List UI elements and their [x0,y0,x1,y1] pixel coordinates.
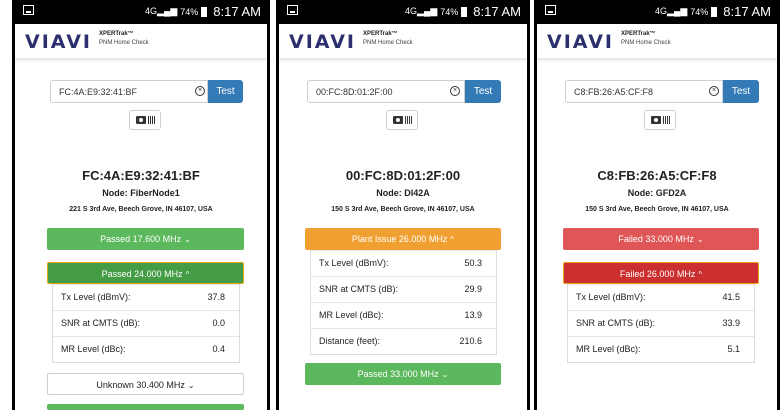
band-passed-33-0[interactable]: Passed 33.000 MHz ⌄ [305,363,501,385]
battery-percent: 74% [690,6,709,17]
metric-row: Tx Level (dBmV): 37.8 [53,284,239,310]
metric-row: Distance (feet): 210.6 [311,328,496,354]
node-name: Node: FiberNode1 [102,188,180,198]
status-bar: 4G▂▄▆ 74% 8:17 AM [279,0,527,24]
product-name: XPERTrak™ [363,31,398,37]
band-metrics-table: Tx Level (dBmV): 50.3 SNR at CMTS (dB): 29… [310,250,497,355]
battery-percent: 74% [180,6,199,17]
band-failed-26-0[interactable]: Failed 26.000 MHz ^ [563,262,759,284]
signal-icon: 4G▂▄▆ [405,6,438,16]
metric-row: MR Level (dBc): 5.1 [568,336,754,362]
product-subtitle: PNM Home Check [621,40,671,46]
metric-row: SNR at CMTS (dB): 29.9 [311,276,496,302]
viavi-logo: VIAVI [25,31,92,53]
battery-icon [711,6,718,17]
signal-icon: 4G▂▄▆ [145,6,178,16]
mac-address-input[interactable]: FC:4A:E9:32:41:BF [50,80,208,103]
metric-row: MR Level (dBc): 13.9 [311,302,496,328]
viavi-logo: VIAVI [547,31,614,53]
clock: 8:17 AM [723,4,771,19]
metric-row: Tx Level (dBmV): 50.3 [311,250,496,276]
screenshot-icon [23,5,34,15]
app-header: VIAVI XPERTrak™ PNM Home Check [279,24,527,59]
mac-search-row: FC:4A:E9:32:41:BF × Test [50,80,243,103]
metric-row: SNR at CMTS (dB): 0.0 [53,310,239,336]
band-plant-issue-26-0[interactable]: Plant Issue 26.000 MHz ^ [305,228,501,250]
chevron-down-icon: ⌄ [441,370,449,379]
band-partial[interactable] [47,404,244,410]
band-unknown-30-4[interactable]: Unknown 30.400 MHz ⌄ [47,373,244,395]
device-mac-title: 00:FC:8D:01:2F:00 [345,168,461,183]
status-bar: 4G▂▄▆ 74% 8:17 AM [537,0,777,24]
product-name: XPERTrak™ [99,31,134,37]
clock: 8:17 AM [473,4,521,19]
device-address: 150 S 3rd Ave, Beech Grove, IN 46107, US… [585,206,729,213]
test-button[interactable]: Test [723,80,759,103]
node-name: Node: DI42A [376,188,430,198]
barcode-scan-button[interactable] [644,110,676,130]
device-mac-title: C8:FB:26:A5:CF:F8 [597,168,717,183]
device-mac-title: FC:4A:E9:32:41:BF [82,168,200,183]
phone-screen-1: 4G▂▄▆ 74% 8:17 AM VIAVI XPERTrak™ PNM Ho… [12,0,270,410]
app-header: VIAVI XPERTrak™ PNM Home Check [537,24,777,59]
mac-address-input[interactable]: C8:FB:26:A5:CF:F8 [565,80,723,103]
metric-row: MR Level (dBc): 0.4 [53,336,239,362]
product-name: XPERTrak™ [621,31,656,37]
band-failed-33-0[interactable]: Failed 33.000 MHz ⌄ [563,228,759,250]
battery-icon [201,6,208,17]
mac-address-input[interactable]: 00:FC:8D:01:2F:00 [307,80,465,103]
chevron-down-icon: ⌄ [696,235,704,244]
metric-row: SNR at CMTS (dB): 33.9 [568,310,754,336]
phone-screen-2: 4G▂▄▆ 74% 8:17 AM VIAVI XPERTrak™ PNM Ho… [276,0,530,410]
chevron-up-icon: ^ [698,270,703,279]
clear-icon[interactable]: × [709,86,719,96]
band-passed-17-6[interactable]: Passed 17.600 MHz ⌄ [47,228,244,250]
phone-screen-3: 4G▂▄▆ 74% 8:17 AM VIAVI XPERTrak™ PNM Ho… [534,0,780,410]
clear-icon[interactable]: × [450,86,460,96]
battery-percent: 74% [440,6,459,17]
barcode-scan-button[interactable] [129,110,161,130]
band-metrics-table: Tx Level (dBmV): 41.5 SNR at CMTS (dB): 33… [567,284,755,363]
chevron-down-icon: ⌄ [187,381,195,390]
app-header: VIAVI XPERTrak™ PNM Home Check [15,24,267,59]
chevron-up-icon: ^ [450,235,455,244]
test-button[interactable]: Test [465,80,501,103]
barcode-scan-button[interactable] [386,110,418,130]
mac-search-row: C8:FB:26:A5:CF:F8 × Test [565,80,759,103]
band-passed-24-0[interactable]: Passed 24.000 MHz ^ [47,262,244,284]
chevron-down-icon: ⌄ [184,235,191,244]
mac-search-row: 00:FC:8D:01:2F:00 × Test [307,80,501,103]
barcode-icon [405,116,413,124]
chevron-up-icon: ^ [185,270,190,279]
signal-icon: 4G▂▄▆ [655,6,688,16]
band-metrics-table: Tx Level (dBmV): 37.8 SNR at CMTS (dB): 0.… [52,284,240,363]
clear-icon[interactable]: × [195,86,205,96]
screenshot-icon [287,5,298,15]
device-address: 221 S 3rd Ave, Beech Grove, IN 46107, US… [69,206,213,213]
status-bar: 4G▂▄▆ 74% 8:17 AM [15,0,267,24]
barcode-icon [148,116,156,124]
screenshot-icon [545,5,556,15]
test-button[interactable]: Test [208,80,243,103]
clock: 8:17 AM [213,4,261,19]
product-subtitle: PNM Home Check [99,40,149,46]
product-subtitle: PNM Home Check [363,40,413,46]
node-name: Node: GFD2A [627,188,687,198]
metric-row: Tx Level (dBmV): 41.5 [568,284,754,310]
barcode-icon [663,116,671,124]
viavi-logo: VIAVI [289,31,356,53]
battery-icon [461,6,468,17]
device-address: 150 S 3rd Ave, Beech Grove, IN 46107, US… [331,206,475,213]
